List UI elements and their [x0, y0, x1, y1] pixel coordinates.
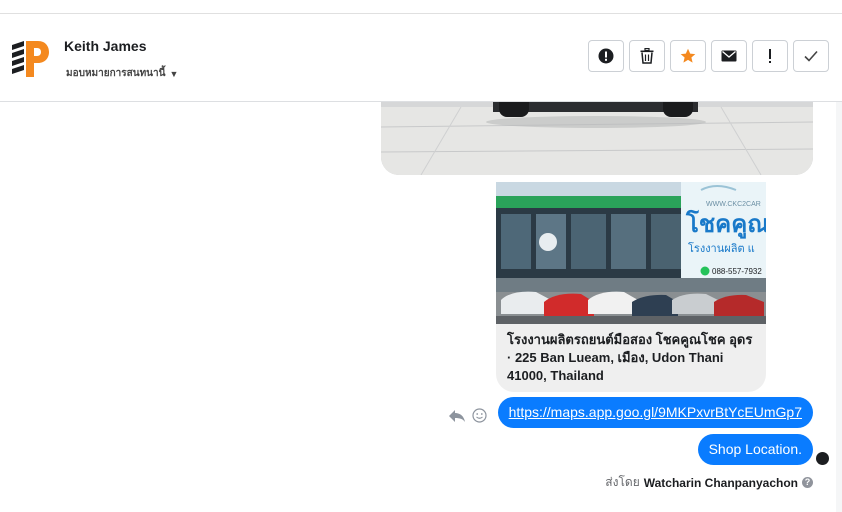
caret-down-icon: ▼	[169, 68, 179, 79]
message-thread: WWW.CKC2CAR โชคคูณ โรงงานผลิต แ 088-557-…	[0, 102, 842, 512]
assign-conversation-dropdown[interactable]: มอบหมายการสนทนานี้ ▼	[66, 66, 178, 81]
follow-up-button[interactable]	[752, 40, 788, 72]
delete-button[interactable]	[629, 40, 665, 72]
sp-logo	[12, 41, 49, 77]
thumb-sub-text: โรงงานผลิต แ	[688, 241, 755, 255]
sent-by-caption: ส่งโดย Watcharin Chanpanyachon ?	[605, 473, 813, 492]
report-button[interactable]	[588, 40, 624, 72]
seen-avatar	[816, 452, 829, 465]
thumb-phone-text: 088-557-7932	[712, 267, 762, 276]
mark-done-button[interactable]	[793, 40, 829, 72]
reply-icon[interactable]	[448, 409, 466, 423]
link-preview-title: โรงงานผลิตรถยนต์มือสอง โชคคูณโชค อุดร · …	[507, 332, 753, 383]
emoji-icon[interactable]	[472, 408, 487, 423]
conversation-header: Keith James มอบหมายการสนทนานี้ ▼	[0, 14, 842, 102]
help-icon[interactable]: ?	[802, 477, 813, 488]
assign-label: มอบหมายการสนทนานี้	[66, 68, 166, 79]
thread-scrollbar[interactable]	[836, 102, 842, 512]
alert-circle-icon	[598, 48, 614, 64]
thumb-brand-text: โชคคูณ	[685, 209, 766, 239]
action-toolbar	[588, 40, 829, 72]
link-preview-image: WWW.CKC2CAR โชคคูณ โรงงานผลิต แ 088-557-…	[496, 182, 766, 324]
link-preview-card[interactable]: WWW.CKC2CAR โชคคูณ โรงงานผลิต แ 088-557-…	[496, 182, 766, 392]
sender-name: Watcharin Chanpanyachon	[643, 475, 798, 490]
envelope-icon	[721, 50, 737, 62]
message-tools	[448, 408, 487, 423]
star-button[interactable]	[670, 40, 706, 72]
mark-unread-button[interactable]	[711, 40, 747, 72]
sent-by-prefix: ส่งโดย	[605, 475, 640, 489]
shop-location-message-bubble[interactable]: Shop Location.	[697, 434, 813, 465]
car-photo[interactable]	[381, 102, 813, 175]
contact-name: Keith James	[64, 38, 147, 54]
thumb-url-text: WWW.CKC2CAR	[706, 201, 761, 208]
trash-icon	[640, 48, 654, 64]
check-icon	[804, 50, 818, 62]
exclamation-icon	[769, 49, 771, 63]
star-icon	[680, 48, 696, 63]
link-message-bubble[interactable]: https://maps.app.goo.gl/9MKPxvrBtYcEUmGp…	[497, 397, 813, 428]
